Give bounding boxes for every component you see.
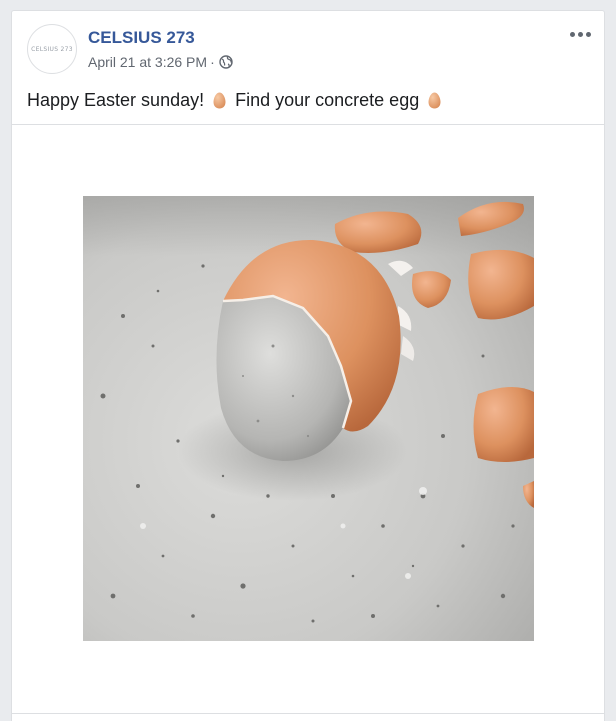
post-card: CELSIUS 273 CELSIUS 273 April 21 at 3:26… xyxy=(11,10,605,721)
egg-emoji-icon xyxy=(213,92,226,109)
meta-separator: · xyxy=(210,54,215,70)
more-dot xyxy=(577,31,583,37)
post-message: Happy Easter sunday! Find your concrete … xyxy=(27,90,450,111)
avatar-logo-text: CELSIUS 273 xyxy=(31,45,73,53)
post-media xyxy=(12,125,604,711)
egg-emoji-icon xyxy=(428,92,441,109)
more-dot xyxy=(569,31,575,37)
more-options-icon[interactable] xyxy=(568,26,592,42)
post-text-part1: Happy Easter sunday! xyxy=(27,90,205,110)
more-dot xyxy=(585,31,591,37)
globe-icon[interactable] xyxy=(219,55,233,69)
footer-divider xyxy=(12,713,604,714)
post-timestamp[interactable]: April 21 at 3:26 PM xyxy=(88,54,207,70)
post-meta: April 21 at 3:26 PM · xyxy=(88,54,233,70)
post-text-part2: Find your concrete egg xyxy=(235,90,420,110)
post-photo[interactable] xyxy=(83,196,534,641)
page-name-link[interactable]: CELSIUS 273 xyxy=(88,28,195,48)
page-avatar[interactable]: CELSIUS 273 xyxy=(27,24,77,74)
